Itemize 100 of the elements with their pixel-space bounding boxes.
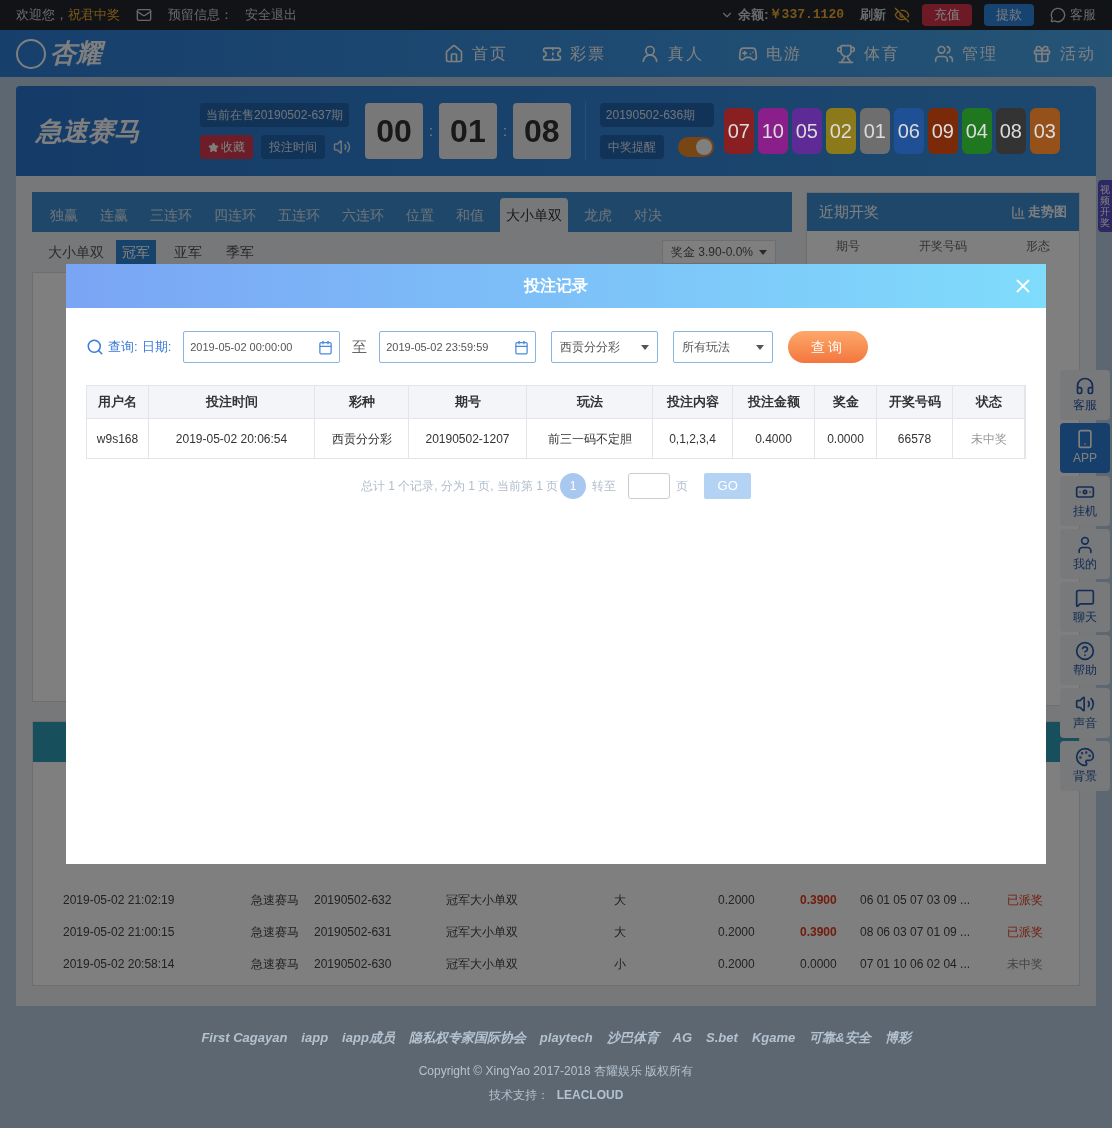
colon: : [502,121,507,141]
table-cell-text: 大 [614,924,627,941]
column-header: 投注内容 [653,386,733,418]
countdown-digit: 00 [365,103,423,159]
sidebar-button[interactable]: 我的 [1060,529,1110,579]
draw-number: 10 [757,108,788,154]
go-button[interactable]: GO [704,473,752,499]
page-button[interactable]: 1 [560,473,587,499]
nav-icon[interactable] [640,43,660,64]
sidebar-button[interactable]: 聊天 [1060,582,1110,632]
favorite-button[interactable]: 收藏 [200,135,253,159]
table-cell-text: 0.2000 [718,892,756,909]
sidebar-button[interactable]: 客服 [1060,370,1110,420]
game-tab[interactable]: 五连环 [272,198,326,232]
play-select[interactable]: 所有玩法 [673,331,774,363]
logout-link[interactable]: 安全退出 [245,5,297,25]
nav-item[interactable]: 真人 [668,41,704,66]
column-header: 期号 [836,238,861,255]
table-cell-text: 急速赛马 [251,892,300,909]
bar-chart-icon[interactable] [1011,204,1026,220]
table-cell: 66578 [877,419,953,458]
column-header: 开奖号码 [919,238,967,255]
end-date-field[interactable]: 2019-05-02 23:59:59 [379,331,537,363]
chat-icon[interactable] [1050,7,1066,23]
username[interactable]: 祝君中奖 [68,5,120,25]
game-tab[interactable]: 大小单双 [500,198,568,232]
table-cell-text: 大 [614,892,627,909]
sidebar-icon [1075,429,1095,449]
calendar-icon[interactable] [318,339,334,355]
partner-logo: 沙巴体育 [606,1029,659,1047]
mail-icon[interactable] [136,7,152,23]
position-tab[interactable]: 季军 [220,240,260,264]
table-cell-text: 已派奖 [1007,924,1043,941]
bet-time-button[interactable]: 投注时间 [261,135,325,159]
query-button[interactable]: 查询 [788,331,869,363]
partner-logo: 博彩 [884,1029,911,1047]
nav-item[interactable]: 管理 [962,41,998,66]
game-tab[interactable]: 四连环 [208,198,262,232]
nav-icon[interactable] [934,43,954,64]
table-cell-text: 2019-05-02 21:02:19 [63,892,176,909]
column-header: 投注时间 [149,386,315,418]
game-tab[interactable]: 龙虎 [578,198,618,232]
nav-icon[interactable] [444,43,464,64]
nav-item[interactable]: 彩票 [570,41,606,66]
countdown-digit: 01 [438,103,497,159]
sound-icon[interactable] [333,138,351,156]
column-header: 用户名 [87,386,149,418]
sidebar-icon [1075,747,1095,767]
prize-select[interactable]: 奖金 3.90-0.0% [661,240,776,264]
table-cell-text: 冠军大小单双 [446,892,519,909]
table-cell: 0.4000 [733,419,815,458]
page-input[interactable] [628,473,671,499]
position-tab[interactable]: 亚军 [168,240,208,264]
game-tab[interactable]: 位置 [400,198,440,232]
table-cell: 0.0000 [815,419,877,458]
nav-item[interactable]: 电游 [766,41,802,66]
caret-icon [641,344,650,350]
game-tab[interactable]: 六连环 [336,198,390,232]
nav-item[interactable]: 活动 [1060,41,1096,66]
game-tab[interactable]: 和值 [450,198,490,232]
countdown-digit: 08 [512,103,571,159]
sidebar-button[interactable]: APP [1060,423,1110,473]
recharge-button[interactable]: 充值 [922,4,972,26]
partner-logo: Kgame [751,1029,796,1047]
table-cell-text: 0.2000 [718,956,756,973]
nav-icon[interactable] [1032,43,1052,64]
sidebar-button[interactable]: 挂机 [1060,476,1110,526]
dialog-title: 投注记录 [524,276,588,296]
table-cell: 西贡分分彩 [315,419,409,458]
nav-item[interactable]: 体育 [864,41,900,66]
colon: : [429,121,433,141]
sidebar-button[interactable]: 声音 [1060,688,1110,738]
win-alert-toggle[interactable] [677,137,714,157]
trend-link[interactable]: 走势图 [1028,202,1067,222]
calendar-icon[interactable] [514,339,530,355]
sidebar-icon [1075,694,1095,714]
caret-icon [759,249,767,255]
table-cell-text: 冠军大小单双 [446,924,519,941]
partner-logo: iapp成员 [342,1029,395,1047]
position-tab[interactable]: 冠军 [116,240,156,264]
sidebar-button[interactable]: 帮助 [1060,635,1110,685]
table-cell-text: 2019-05-02 20:58:14 [63,956,176,973]
query-label: 查询: [108,338,138,357]
column-header: 投注金额 [733,386,815,418]
service-link[interactable]: 客服 [1070,5,1096,25]
hide-balance-icon[interactable] [894,7,910,23]
game-tab[interactable]: 连赢 [94,198,134,232]
nav-item[interactable]: 首页 [472,41,508,66]
nav-icon[interactable] [836,43,856,64]
video-draw-tab[interactable]: 视频开奖 [1098,180,1112,232]
game-tab[interactable]: 独赢 [44,198,84,232]
lottery-select[interactable]: 西贡分分彩 [551,331,659,363]
game-tab[interactable]: 对决 [628,198,668,232]
start-date-field[interactable]: 2019-05-02 00:00:00 [183,331,341,363]
withdraw-button[interactable]: 提款 [984,4,1034,26]
column-header: 期号 [409,386,527,418]
refresh-link[interactable]: 刷新 [860,5,886,25]
sidebar-button[interactable]: 背景 [1060,741,1110,791]
column-header: 玩法 [527,386,653,418]
draw-number: 08 [995,108,1026,154]
